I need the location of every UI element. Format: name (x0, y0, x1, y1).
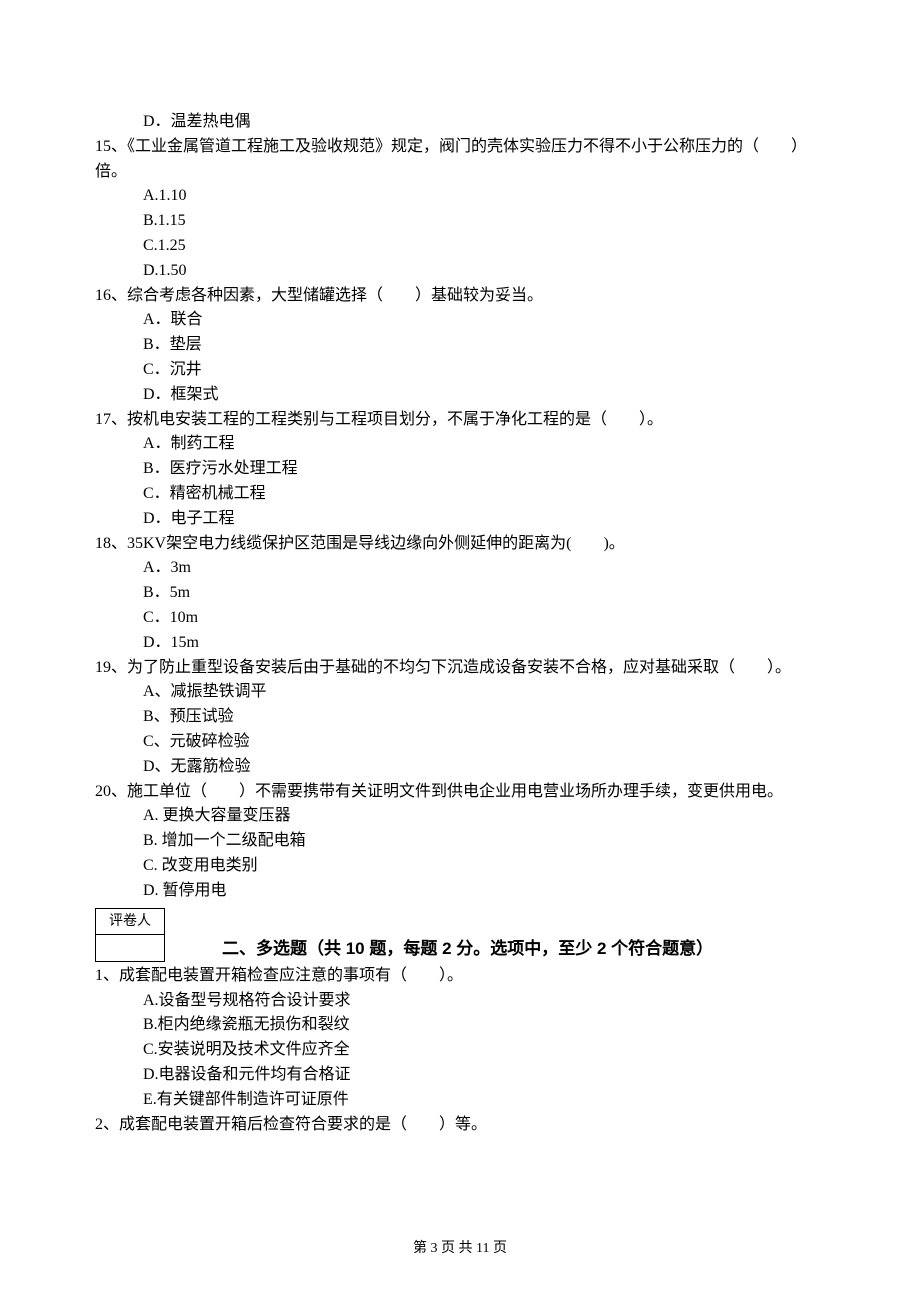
q15-option-c: C.1.25 (95, 234, 825, 259)
q16-option-c: C．沉井 (95, 358, 825, 383)
q15-stem: 15、《工业金属管道工程施工及验收规范》规定，阀门的壳体实验压力不得不小于公称压… (95, 135, 825, 185)
q19-option-c: C、元破碎检验 (95, 730, 825, 755)
q15-option-d: D.1.50 (95, 259, 825, 284)
mq1-option-d: D.电器设备和元件均有合格证 (95, 1063, 825, 1088)
q16-option-d: D．框架式 (95, 383, 825, 408)
q14-option-d: D．温差热电偶 (95, 110, 825, 135)
scorer-label: 评卷人 (96, 908, 165, 935)
q20-option-c: C. 改变用电类别 (95, 854, 825, 879)
q18-stem: 18、35KV架空电力线缆保护区范围是导线边缘向外侧延伸的距离为( )。 (95, 532, 825, 557)
mq1-stem: 1、成套配电装置开箱检查应注意的事项有（ ）。 (95, 964, 825, 989)
q15-option-b: B.1.15 (95, 209, 825, 234)
q19-option-b: B、预压试验 (95, 705, 825, 730)
q20-option-b: B. 增加一个二级配电箱 (95, 829, 825, 854)
mq1-option-e: E.有关键部件制造许可证原件 (95, 1088, 825, 1113)
section-header: 评卷人 二、多选题（共 10 题，每题 2 分。选项中，至少 2 个符合题意） (95, 908, 825, 962)
q18-option-c: C．10m (95, 606, 825, 631)
q20-stem: 20、施工单位（ ）不需要携带有关证明文件到供电企业用电营业场所办理手续，变更供… (95, 780, 825, 805)
mq1-option-b: B.柜内绝缘瓷瓶无损伤和裂纹 (95, 1013, 825, 1038)
mq2-stem: 2、成套配电装置开箱后检查符合要求的是（ ）等。 (95, 1113, 825, 1138)
q19-option-a: A、减振垫铁调平 (95, 680, 825, 705)
q20-option-a: A. 更换大容量变压器 (95, 804, 825, 829)
q18-option-d: D．15m (95, 631, 825, 656)
q19-option-d: D、无露筋检验 (95, 755, 825, 780)
q20-option-d: D. 暂停用电 (95, 879, 825, 904)
mq1-option-c: C.安装说明及技术文件应齐全 (95, 1038, 825, 1063)
scorer-blank (96, 935, 165, 962)
q17-option-d: D．电子工程 (95, 507, 825, 532)
section2-title: 二、多选题（共 10 题，每题 2 分。选项中，至少 2 个符合题意） (222, 936, 713, 962)
q16-option-b: B．垫层 (95, 333, 825, 358)
q16-stem: 16、综合考虑各种因素，大型储罐选择（ ）基础较为妥当。 (95, 284, 825, 309)
q18-option-b: B．5m (95, 581, 825, 606)
q17-option-a: A．制药工程 (95, 432, 825, 457)
q17-option-b: B．医疗污水处理工程 (95, 457, 825, 482)
mq1-option-a: A.设备型号规格符合设计要求 (95, 989, 825, 1014)
q17-option-c: C．精密机械工程 (95, 482, 825, 507)
page: D．温差热电偶 15、《工业金属管道工程施工及验收规范》规定，阀门的壳体实验压力… (0, 0, 920, 1302)
q16-option-a: A．联合 (95, 308, 825, 333)
q19-stem: 19、为了防止重型设备安装后由于基础的不均匀下沉造成设备安装不合格，应对基础采取… (95, 656, 825, 681)
page-footer: 第 3 页 共 11 页 (0, 1238, 920, 1260)
q18-option-a: A．3m (95, 556, 825, 581)
q17-stem: 17、按机电安装工程的工程类别与工程项目划分，不属于净化工程的是（ ）。 (95, 408, 825, 433)
q15-option-a: A.1.10 (95, 184, 825, 209)
scorer-box: 评卷人 (95, 908, 165, 962)
